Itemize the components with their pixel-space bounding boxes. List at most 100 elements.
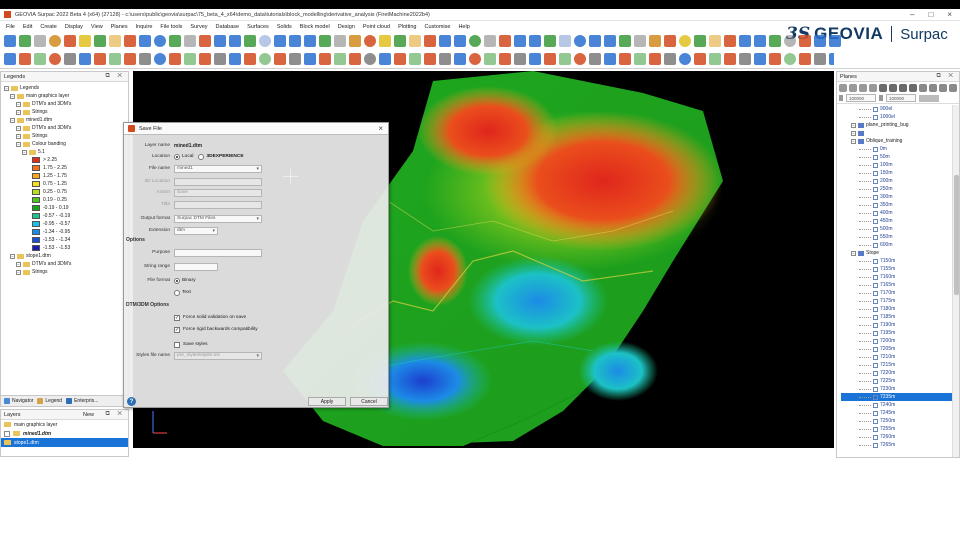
plane-item[interactable]: 550m [841, 233, 959, 241]
plane-item[interactable]: 7250m [841, 417, 959, 425]
menu-item-display[interactable]: Display [65, 24, 83, 30]
legend-tree-item[interactable]: − Legends [4, 84, 125, 92]
format-binary-radio[interactable] [174, 277, 180, 284]
toolbar-tool-icon[interactable] [664, 53, 676, 65]
plane-item[interactable]: 7190m [841, 321, 959, 329]
toolbar-tool-icon[interactable] [364, 53, 376, 65]
expand-icon[interactable]: − [16, 261, 21, 267]
toolbar-tool-icon[interactable] [559, 35, 571, 47]
toolbar-tool-icon[interactable] [124, 53, 136, 65]
plane-step-field-2[interactable]: 100000 [886, 94, 916, 102]
toolbar-tool-icon[interactable] [784, 35, 796, 47]
plane-tool-icon[interactable] [869, 84, 877, 92]
plane-item[interactable]: 7195m [841, 329, 959, 337]
toolbar-tool-icon[interactable] [454, 53, 466, 65]
expand-icon[interactable]: − [851, 138, 856, 144]
toolbar-tool-icon[interactable] [274, 35, 286, 47]
new-layer-button[interactable]: New [83, 412, 94, 418]
toolbar-tool-icon[interactable] [4, 53, 16, 65]
menu-item-point-cloud[interactable]: Point cloud [363, 24, 390, 30]
plane-item[interactable]: 7265m [841, 441, 959, 449]
legend-tree-item[interactable]: − stope1.dtm [4, 252, 125, 260]
toolbar-tool-icon[interactable] [319, 53, 331, 65]
toolbar-tool-icon[interactable] [694, 53, 706, 65]
plane-item[interactable]: 300m [841, 193, 959, 201]
menu-item-surfaces[interactable]: Surfaces [247, 24, 269, 30]
legend-tree-item[interactable]: − Strings [4, 268, 125, 276]
panel-controls[interactable]: ⧉ ✕ [105, 73, 125, 80]
expand-icon[interactable]: − [16, 109, 21, 115]
toolbar-tool-icon[interactable] [19, 35, 31, 47]
toolbar-tool-icon[interactable] [679, 35, 691, 47]
toolbar-tool-icon[interactable] [34, 35, 46, 47]
legend-tree-item[interactable]: − DTM's and 3DM's [4, 124, 125, 132]
menu-item-solids[interactable]: Solids [277, 24, 292, 30]
toolbar-tool-icon[interactable] [49, 35, 61, 47]
toolbar-tool-icon[interactable] [469, 35, 481, 47]
plane-item[interactable]: 7230m [841, 385, 959, 393]
panel-controls[interactable]: ⧉ ✕ [105, 411, 125, 418]
toolbar-tool-icon[interactable] [109, 53, 121, 65]
toolbar-tool-icon[interactable] [139, 53, 151, 65]
plane-item[interactable]: 7255m [841, 425, 959, 433]
toolbar-tool-icon[interactable] [424, 35, 436, 47]
toolbar-tool-icon[interactable] [454, 35, 466, 47]
purpose-input[interactable] [174, 248, 262, 257]
toolbar-tool-icon[interactable] [484, 35, 496, 47]
toolbar-tool-icon[interactable] [244, 53, 256, 65]
layer-row[interactable]: main graphics layer [1, 420, 128, 429]
toolbar-tool-icon[interactable] [664, 35, 676, 47]
toolbar-tool-icon[interactable] [709, 35, 721, 47]
plane-item[interactable]: 900el [841, 105, 959, 113]
plane-item[interactable]: 7180m [841, 305, 959, 313]
toolbar-tool-icon[interactable] [634, 35, 646, 47]
legend-tree-item[interactable]: − 5.1 [4, 148, 125, 156]
toolbar-tool-icon[interactable] [379, 35, 391, 47]
plane-item[interactable]: 7235m [841, 393, 959, 401]
toolbar-tool-icon[interactable] [259, 35, 271, 47]
menu-item-block-model[interactable]: Block model [300, 24, 330, 30]
toolbar-tool-icon[interactable] [514, 53, 526, 65]
toolbar-tool-icon[interactable] [769, 35, 781, 47]
toolbar-tool-icon[interactable] [304, 53, 316, 65]
toolbar-tool-icon[interactable] [4, 35, 16, 47]
toolbar-tool-icon[interactable] [559, 53, 571, 65]
format-text-radio[interactable] [174, 289, 180, 296]
toolbar-tool-icon[interactable] [739, 35, 751, 47]
toolbar-tool-icon[interactable] [289, 53, 301, 65]
toolbar-tool-icon[interactable] [349, 35, 361, 47]
toolbar-tool-icon[interactable] [229, 35, 241, 47]
menu-item-view[interactable]: View [91, 24, 103, 30]
plane-group[interactable]: − plane_printing_bug [841, 121, 959, 129]
toolbar-tool-icon[interactable] [604, 35, 616, 47]
toolbar-tool-icon[interactable] [319, 35, 331, 47]
toolbar-tool-icon[interactable] [304, 35, 316, 47]
toolbar-tool-icon[interactable] [259, 53, 271, 65]
toolbar-tool-icon[interactable] [499, 35, 511, 47]
toolbar-tool-icon[interactable] [34, 53, 46, 65]
menu-item-inquire[interactable]: Inquire [136, 24, 153, 30]
help-icon[interactable]: ? [127, 397, 136, 406]
panel-controls[interactable]: ⧉ ✕ [936, 73, 956, 80]
toolbar-tool-icon[interactable] [409, 53, 421, 65]
plane-item[interactable]: 1000el [841, 113, 959, 121]
legend-tree-item[interactable]: − DTM's and 3DM's [4, 260, 125, 268]
plane-item[interactable]: 7210m [841, 353, 959, 361]
expand-icon[interactable]: − [16, 101, 21, 107]
toolbar-tool-icon[interactable] [19, 53, 31, 65]
toolbar-tool-icon[interactable] [139, 35, 151, 47]
plane-item[interactable]: 250m [841, 185, 959, 193]
toolbar-tool-icon[interactable] [589, 35, 601, 47]
plane-item[interactable]: 7150m [841, 257, 959, 265]
toolbar-tool-icon[interactable] [754, 35, 766, 47]
toolbar-tool-icon[interactable] [364, 35, 376, 47]
planes-scrollbar[interactable] [952, 105, 959, 457]
toolbar-tool-icon[interactable] [604, 53, 616, 65]
force-compat-checkbox[interactable]: ✓ [174, 326, 180, 333]
toolbar-tool-icon[interactable] [199, 53, 211, 65]
toolbar-tool-icon[interactable] [574, 53, 586, 65]
plane-tool-icon[interactable] [919, 84, 927, 92]
toolbar-tool-icon[interactable] [649, 35, 661, 47]
expand-icon[interactable]: − [10, 117, 15, 123]
plane-item[interactable]: 500m [841, 225, 959, 233]
